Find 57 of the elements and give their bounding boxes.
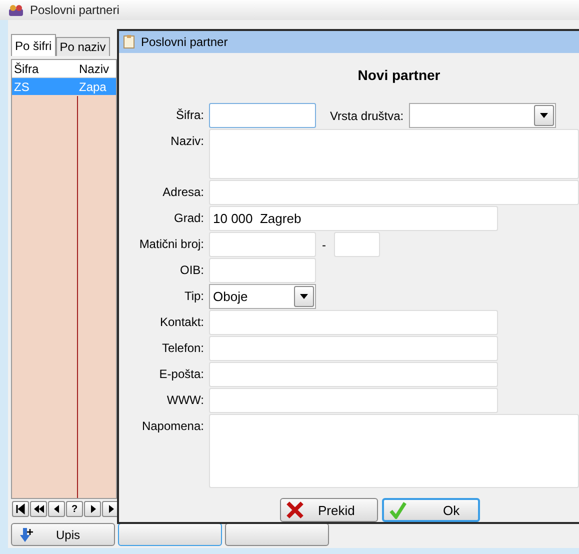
field-label: E-pošta: xyxy=(158,366,204,381)
ok-button[interactable]: Ok xyxy=(382,498,480,522)
prev-button[interactable] xyxy=(48,501,65,517)
input-field[interactable]: 10 000 Zagreb xyxy=(209,206,498,231)
table-cell-text: Zapa xyxy=(78,80,108,94)
app-icon xyxy=(8,3,24,17)
input-field[interactable] xyxy=(209,414,579,488)
input-field[interactable] xyxy=(209,388,498,413)
next-button[interactable] xyxy=(84,501,101,517)
field-label: Telefon: xyxy=(160,340,204,355)
dialog-heading: Novi partner xyxy=(356,67,442,83)
dropdown[interactable]: Oboje xyxy=(209,284,316,309)
input-field[interactable] xyxy=(209,232,316,257)
dropdown[interactable] xyxy=(408,103,556,128)
arrow-down-icon xyxy=(18,526,34,542)
button[interactable] xyxy=(225,523,329,546)
window-title: Poslovni partneri xyxy=(30,3,120,17)
skip-back-icon xyxy=(14,503,26,515)
field-label: Šifra: xyxy=(174,107,204,122)
field-label: Tip: xyxy=(183,288,204,303)
rewind-icon xyxy=(32,503,44,515)
field-label: WWW: xyxy=(166,392,204,407)
caret-down-icon xyxy=(300,294,308,299)
clipboard-icon xyxy=(123,35,135,49)
input-field[interactable] xyxy=(209,258,316,283)
input-field[interactable] xyxy=(209,336,498,361)
field-label: Grad: xyxy=(172,210,204,225)
input-field[interactable] xyxy=(209,129,579,179)
separator-dash: - xyxy=(322,238,326,252)
tab[interactable]: Po naziv xyxy=(56,37,110,56)
tab[interactable]: Po šifri xyxy=(11,34,56,56)
column-header[interactable]: Šifra xyxy=(12,62,77,76)
field-label: Napomena: xyxy=(140,418,204,433)
input-field[interactable] xyxy=(209,103,316,128)
field-label: OIB: xyxy=(178,262,204,277)
input-field[interactable] xyxy=(209,310,498,335)
caret-down-icon xyxy=(540,113,548,118)
help-button[interactable]: ? xyxy=(66,501,83,517)
close-icon xyxy=(286,501,304,519)
checkmark-icon xyxy=(389,501,407,519)
add-button[interactable]: Upis xyxy=(11,523,115,546)
field-label: Vrsta društva: xyxy=(330,108,404,122)
prev-page-button[interactable] xyxy=(30,501,47,517)
first-button[interactable] xyxy=(12,501,29,517)
field-label: Naziv: xyxy=(170,133,204,148)
dialog-title: Poslovni partner xyxy=(141,35,228,49)
input-field[interactable] xyxy=(209,362,498,387)
input-field[interactable] xyxy=(334,232,380,257)
field-label: Adresa: xyxy=(162,184,204,199)
button[interactable] xyxy=(118,523,222,546)
field-label: Matični broj: xyxy=(138,236,204,251)
input-field[interactable] xyxy=(209,180,579,205)
column-header[interactable]: Naziv xyxy=(77,62,116,76)
cancel-button[interactable]: Prekid xyxy=(280,498,378,522)
button-label: Upis xyxy=(56,528,80,542)
table-cell-text: ZS xyxy=(13,80,30,94)
field-label: Kontakt: xyxy=(158,314,204,329)
